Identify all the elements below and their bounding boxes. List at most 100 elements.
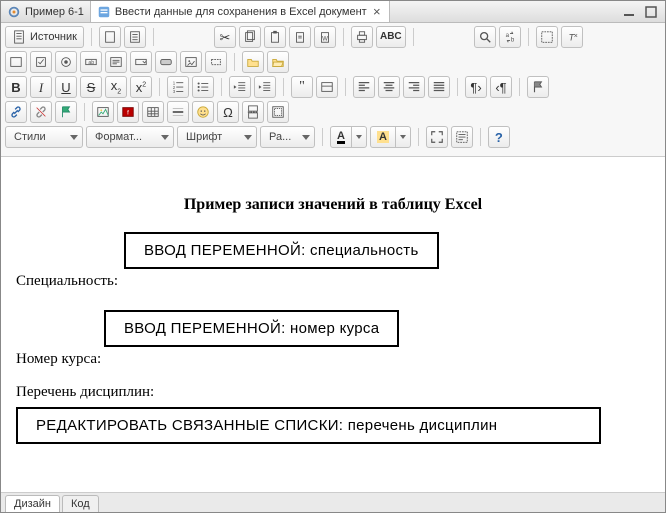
removeformat-button[interactable]: T× [561,26,583,48]
paste-button[interactable] [264,26,286,48]
print-button[interactable] [351,26,373,48]
outdent-icon [233,80,247,94]
subscript-button[interactable]: x2 [105,76,127,98]
editor-scroll[interactable]: Пример записи значений в таблицу Excel В… [2,184,664,491]
radio-button[interactable] [55,51,77,73]
find-button[interactable] [474,26,496,48]
subscript-icon: x2 [111,79,121,96]
superscript-button[interactable]: x2 [130,76,152,98]
anchor-button[interactable] [55,101,77,123]
textfield-icon: ab [84,55,98,69]
chevron-down-icon [70,135,78,140]
folder-button-2[interactable] [267,51,289,73]
italic-button[interactable]: I [30,76,52,98]
underline-button[interactable]: U [55,76,77,98]
pagebreak-button[interactable] [242,101,264,123]
link-button[interactable] [5,101,27,123]
checkbox-icon [34,55,48,69]
align-right-button[interactable] [403,76,425,98]
bidi-rtl-button[interactable]: ‹¶ [490,76,512,98]
copy-button[interactable] [239,26,261,48]
maximize-button[interactable] [643,5,659,19]
special-char-button[interactable]: Ω [217,101,239,123]
font-combo[interactable]: Шрифт [177,126,257,148]
showblocks-button[interactable] [451,126,473,148]
svg-text:ab: ab [88,60,94,66]
form-icon [9,55,23,69]
quote-icon: " [299,80,305,94]
new-page-button[interactable] [99,26,121,48]
numlist-button[interactable]: 123 [167,76,189,98]
imagebutton-button[interactable] [180,51,202,73]
paste-word-button[interactable]: W [314,26,336,48]
minimize-button[interactable] [621,5,637,19]
checkbox-button[interactable] [30,51,52,73]
textarea-button[interactable] [105,51,127,73]
select-button[interactable] [130,51,152,73]
bgcolor-button[interactable]: A [370,126,411,148]
outdent-button[interactable] [229,76,251,98]
replace-button[interactable]: ab [499,26,521,48]
paste-text-button[interactable] [289,26,311,48]
bidi-ltr-button[interactable]: ¶› [465,76,487,98]
toolbar-row-5: Стили Формат... Шрифт Ра... A A ? [5,126,661,148]
chevron-down-icon [244,135,252,140]
size-combo[interactable]: Ра... [260,126,315,148]
strike-button[interactable]: S [80,76,102,98]
select-all-icon [540,30,554,44]
align-center-button[interactable] [378,76,400,98]
placeholder-course[interactable]: ВВОД ПЕРЕМЕННОЙ: номер курса [104,310,399,347]
language-button[interactable] [527,76,549,98]
close-icon[interactable]: × [371,6,383,18]
flash-button[interactable]: f [117,101,139,123]
tab-bar: Пример 6-1 Ввести данные для сохранения … [1,1,665,23]
source-button[interactable]: Источник [5,26,84,48]
unlink-button[interactable] [30,101,52,123]
table-button[interactable] [142,101,164,123]
indent-button[interactable] [254,76,276,98]
selectall-button[interactable] [536,26,558,48]
placeholder-disciplines[interactable]: РЕДАКТИРОВАТЬ СВЯЗАННЫЕ СПИСКИ: перечень… [16,407,601,444]
bold-button[interactable]: B [5,76,27,98]
maximize-icon [430,130,444,144]
creatediv-button[interactable] [316,76,338,98]
blockquote-button[interactable]: " [291,76,313,98]
spellcheck-button[interactable]: ABC [376,26,406,48]
hr-button[interactable] [167,101,189,123]
field-row-specialty: ВВОД ПЕРЕМЕННОЙ: специальность [16,232,650,269]
iframe-button[interactable] [267,101,289,123]
folder-button-1[interactable] [242,51,264,73]
textcolor-button[interactable]: A [330,126,367,148]
toolbar-row-4: f Ω [5,101,661,123]
hidden-button[interactable] [205,51,227,73]
document-body[interactable]: Пример записи значений в таблицу Excel В… [2,184,664,456]
placeholder-specialty[interactable]: ВВОД ПЕРЕМЕННОЙ: специальность [124,232,439,269]
field-row-course: ВВОД ПЕРЕМЕННОЙ: номер курса [16,310,650,347]
smiley-button[interactable] [192,101,214,123]
image-button[interactable] [92,101,114,123]
div-icon [320,80,334,94]
cut-button[interactable]: ✂ [214,26,236,48]
preview-button[interactable] [124,26,146,48]
align-justify-button[interactable] [428,76,450,98]
form-button[interactable] [5,51,27,73]
chevron-down-icon [302,135,310,140]
align-left-button[interactable] [353,76,375,98]
styles-combo[interactable]: Стили [5,126,83,148]
tab-code[interactable]: Код [62,495,99,512]
svg-text:f: f [127,110,129,117]
editor-tab-2[interactable]: Ввести данные для сохранения в Excel док… [91,1,390,22]
format-combo[interactable]: Формат... [86,126,174,148]
textfield-button[interactable]: ab [80,51,102,73]
bottom-tabs: Дизайн Код [1,492,665,512]
bullist-button[interactable] [192,76,214,98]
window-buttons [615,1,665,22]
editor-tab-1[interactable]: Пример 6-1 [1,1,91,22]
radio-icon [59,55,73,69]
clipboard-text-icon [293,30,307,44]
button-button[interactable] [155,51,177,73]
spellcheck-icon: ABC [380,32,402,42]
tab-design[interactable]: Дизайн [5,495,60,512]
maximize-editor-button[interactable] [426,126,448,148]
about-button[interactable]: ? [488,126,510,148]
